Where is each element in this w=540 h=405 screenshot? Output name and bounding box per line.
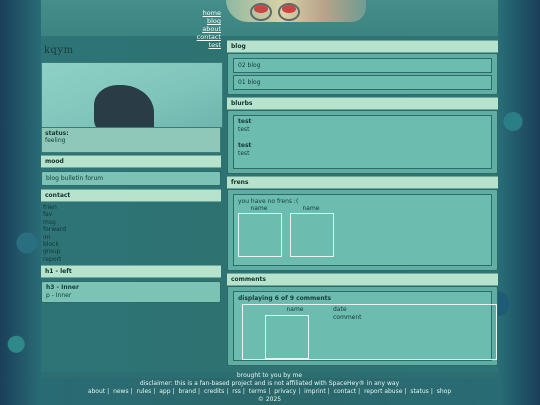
contact-msg[interactable]: msg — [43, 219, 219, 226]
frens-content: you have no frens :( name name — [233, 194, 492, 266]
profile-picture-art — [94, 85, 154, 127]
contact-im[interactable]: im — [43, 234, 219, 241]
profile-username: kqym — [44, 45, 74, 56]
comments-box: displaying 6 of 9 comments name date com… — [227, 286, 498, 366]
footer-link-report-abuse[interactable]: report abuse — [364, 388, 402, 395]
h3-inner-title: h3 - Inner — [46, 284, 79, 292]
footer-link-terms[interactable]: terms — [249, 388, 266, 395]
footer-link-shop[interactable]: shop — [437, 388, 451, 395]
h1-left-heading: h1 - left — [41, 265, 221, 279]
blurb-text: test — [238, 126, 250, 133]
comments-count: displaying 6 of 9 comments — [238, 295, 332, 302]
blurb-text: test — [238, 150, 250, 157]
frens-message: you have no frens :( — [238, 198, 299, 205]
blurbs-heading: blurbs — [227, 97, 498, 110]
nav-blog[interactable]: blog — [180, 17, 221, 25]
fren-name[interactable]: name — [290, 205, 332, 212]
comments-content: displaying 6 of 9 comments name date com… — [233, 291, 497, 361]
fren-name[interactable]: name — [238, 205, 280, 212]
blurb-title: test — [238, 118, 252, 125]
p-inner-text: p - Inner — [46, 292, 72, 300]
nav-contact[interactable]: contact — [180, 33, 221, 41]
footer-link-app[interactable]: app — [159, 388, 170, 395]
footer-copyright: © 2025 — [257, 396, 282, 403]
mood-links[interactable]: blog bulletin forum — [41, 171, 221, 186]
comments-heading: comments — [227, 273, 498, 286]
comment-author-avatar[interactable] — [265, 315, 309, 359]
h3-inner-box: h3 - Inner p - Inner — [41, 281, 221, 304]
eye-icon — [254, 5, 268, 13]
comment-date: date — [333, 306, 347, 313]
top-nav: home blog about contact test — [180, 9, 221, 49]
comment-card: name date comment — [242, 304, 497, 360]
blog-heading: blog — [227, 40, 498, 53]
contact-report[interactable]: report — [43, 256, 219, 263]
contact-heading: contact — [41, 189, 221, 202]
blog-entry[interactable]: 01 blog — [233, 75, 492, 90]
status-label: status: — [45, 130, 69, 137]
mood-heading: mood — [41, 155, 221, 168]
footer-link-privacy[interactable]: privacy — [274, 388, 296, 395]
contact-group[interactable]: group — [43, 248, 219, 255]
footer-link-status[interactable]: status — [410, 388, 428, 395]
status-box: status: feeling — [41, 128, 221, 153]
footer-link-contact[interactable]: contact — [334, 388, 356, 395]
footer-link-brand[interactable]: brand — [178, 388, 196, 395]
eye-icon — [282, 5, 296, 13]
header-artwork — [226, 0, 366, 22]
nav-home[interactable]: home — [180, 9, 221, 17]
status-value: feeling — [45, 137, 66, 144]
footer-link-rss[interactable]: rss — [232, 388, 241, 395]
blurbs-box: test test test test — [227, 110, 498, 174]
footer-brought: brought to you by me — [236, 372, 303, 379]
footer-link-news[interactable]: news — [113, 388, 129, 395]
comment-author-name[interactable]: name — [273, 306, 317, 313]
blurbs-content: test test test test — [233, 115, 492, 169]
contact-forward[interactable]: forward — [43, 226, 219, 233]
footer-link-rules[interactable]: rules — [137, 388, 152, 395]
footer: brought to you by me disclaimer: this is… — [41, 372, 498, 405]
contact-fav[interactable]: fav — [43, 211, 219, 218]
fren-avatar[interactable] — [238, 213, 282, 257]
comment-body: date comment — [333, 306, 362, 322]
right-column: blog 02 blog 01 blog blurbs test test te… — [227, 40, 498, 366]
footer-disclaimer: disclaimer: this is a fan-based project … — [139, 380, 400, 387]
left-column: status: feeling mood blog bulletin forum… — [41, 62, 223, 306]
profile-picture[interactable] — [41, 62, 223, 128]
footer-links: about | news | rules | app | brand | credits |… — [87, 388, 452, 395]
nav-about[interactable]: about — [180, 25, 221, 33]
blog-entry[interactable]: 02 blog — [233, 58, 492, 73]
contact-links: frien fav msg forward im block group rep… — [41, 202, 221, 265]
contact-frien[interactable]: frien — [43, 204, 219, 211]
contact-block[interactable]: block — [43, 241, 219, 248]
footer-link-credits[interactable]: credits — [204, 388, 224, 395]
frens-box: you have no frens :( name name — [227, 189, 498, 271]
nav-test[interactable]: test — [180, 41, 221, 49]
footer-link-imprint[interactable]: imprint — [304, 388, 326, 395]
comment-text: comment — [333, 314, 362, 321]
blurb-title: test — [238, 142, 252, 149]
blog-box: 02 blog 01 blog — [227, 53, 498, 95]
footer-link-about[interactable]: about — [88, 388, 105, 395]
fren-avatar[interactable] — [290, 213, 334, 257]
frens-heading: frens — [227, 176, 498, 189]
